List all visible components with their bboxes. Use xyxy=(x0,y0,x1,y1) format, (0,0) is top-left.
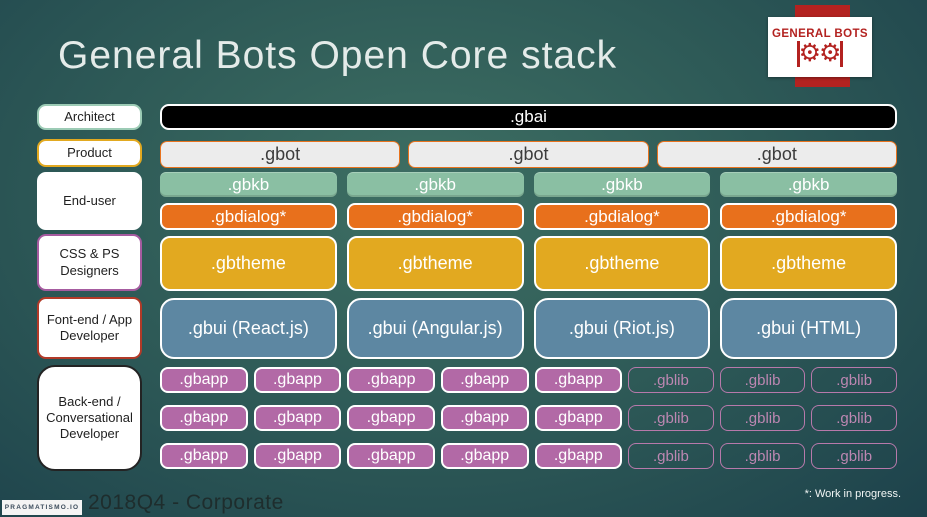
gbai-box: .gbai xyxy=(160,104,897,130)
work-in-progress-footnote: *: Work in progress. xyxy=(804,488,901,500)
gbapp-box: .gbapp xyxy=(347,367,435,393)
gbapp-box: .gbapp xyxy=(253,443,342,469)
footer-version-text: 2018Q4 - Corporate xyxy=(88,491,284,514)
gbui-angular-box: .gbui (Angular.js) xyxy=(346,298,524,359)
gbtheme-box: .gbtheme xyxy=(160,236,337,291)
gear-icon: ⚙ xyxy=(798,39,821,67)
gbkb-box: .gbkb xyxy=(160,172,337,197)
gear-icon: ⚙ xyxy=(819,39,842,67)
gblib-box: .gblib xyxy=(628,443,714,469)
row-gbkb: .gbkb .gbkb .gbkb .gbkb xyxy=(160,172,897,197)
gbkb-box: .gbkb xyxy=(533,172,711,197)
row-gbtheme: .gbtheme .gbtheme .gbtheme .gbtheme xyxy=(160,236,897,291)
gbot-box: .gbot xyxy=(656,141,897,168)
gbapp-box: .gbapp xyxy=(534,367,623,393)
role-label-frontend-app-developer: Font-end / App Developer xyxy=(37,297,142,359)
row-gbdialog: .gbdialog* .gbdialog* .gbdialog* .gbdial… xyxy=(160,203,897,230)
gbapp-box: .gbapp xyxy=(160,405,248,431)
gblib-box: .gblib xyxy=(628,405,714,431)
gblib-box: .gblib xyxy=(811,367,897,393)
gears-icon: ⚙ ⚙ xyxy=(797,39,843,67)
page-title: General Bots Open Core stack xyxy=(58,34,618,77)
stack-diagram: Architect Product End-user CSS & PS Desi… xyxy=(37,104,897,474)
role-label-product: Product xyxy=(37,139,142,167)
gbui-riot-box: .gbui (Riot.js) xyxy=(533,298,711,359)
gblib-box: .gblib xyxy=(811,405,897,431)
gbapp-box: .gbapp xyxy=(160,367,248,393)
gbapp-box: .gbapp xyxy=(253,367,342,393)
gbapp-box: .gbapp xyxy=(534,443,623,469)
gblib-box: .gblib xyxy=(811,443,897,469)
gbapp-box: .gbapp xyxy=(253,405,342,431)
role-label-architect: Architect xyxy=(37,104,142,130)
role-label-css-ps-designers: CSS & PS Designers xyxy=(37,234,142,291)
gbapp-box: .gbapp xyxy=(440,443,529,469)
gbapp-box: .gbapp xyxy=(534,405,623,431)
gbapp-box: .gbapp xyxy=(440,405,529,431)
gbkb-box: .gbkb xyxy=(720,172,897,197)
gblib-box: .gblib xyxy=(719,405,806,431)
gbot-box: .gbot xyxy=(408,141,649,168)
gblib-box: .gblib xyxy=(719,443,806,469)
row-backend-1: .gbapp .gbapp .gbapp .gbapp .gbapp .gbli… xyxy=(160,367,897,393)
role-label-backend-conversational-developer: Back-end / Conversational Developer xyxy=(37,365,142,471)
gbapp-box: .gbapp xyxy=(347,443,435,469)
slide: General Bots Open Core stack GENERAL BOT… xyxy=(0,0,927,517)
logo-brand-text: GENERAL BOTS xyxy=(772,27,868,40)
row-gbui: .gbui (React.js) .gbui (Angular.js) .gbu… xyxy=(160,298,897,359)
gbtheme-box: .gbtheme xyxy=(533,236,711,291)
role-label-end-user: End-user xyxy=(37,172,142,230)
row-backend-3: .gbapp .gbapp .gbapp .gbapp .gbapp .gbli… xyxy=(160,443,897,469)
pragmatismo-badge: PRAGMATISMO.IO xyxy=(2,500,82,515)
gbapp-box: .gbapp xyxy=(160,443,248,469)
row-gbot: .gbot .gbot .gbot xyxy=(160,141,897,168)
gbdialog-box: .gbdialog* xyxy=(720,203,897,230)
row-backend-2: .gbapp .gbapp .gbapp .gbapp .gbapp .gbli… xyxy=(160,405,897,431)
gbot-box: .gbot xyxy=(160,141,401,168)
gblib-box: .gblib xyxy=(719,367,806,393)
gbui-html-box: .gbui (HTML) xyxy=(720,298,897,359)
general-bots-logo: GENERAL BOTS ⚙ ⚙ xyxy=(768,17,872,77)
gbdialog-box: .gbdialog* xyxy=(533,203,711,230)
gbdialog-box: .gbdialog* xyxy=(346,203,524,230)
row-gbai: .gbai xyxy=(160,104,897,130)
gbkb-box: .gbkb xyxy=(346,172,524,197)
gbui-react-box: .gbui (React.js) xyxy=(160,298,337,359)
gbtheme-box: .gbtheme xyxy=(720,236,897,291)
gbdialog-box: .gbdialog* xyxy=(160,203,337,230)
gbapp-box: .gbapp xyxy=(440,367,529,393)
gblib-box: .gblib xyxy=(628,367,714,393)
gear-bar-right xyxy=(840,40,843,67)
gbapp-box: .gbapp xyxy=(347,405,435,431)
gbtheme-box: .gbtheme xyxy=(346,236,524,291)
